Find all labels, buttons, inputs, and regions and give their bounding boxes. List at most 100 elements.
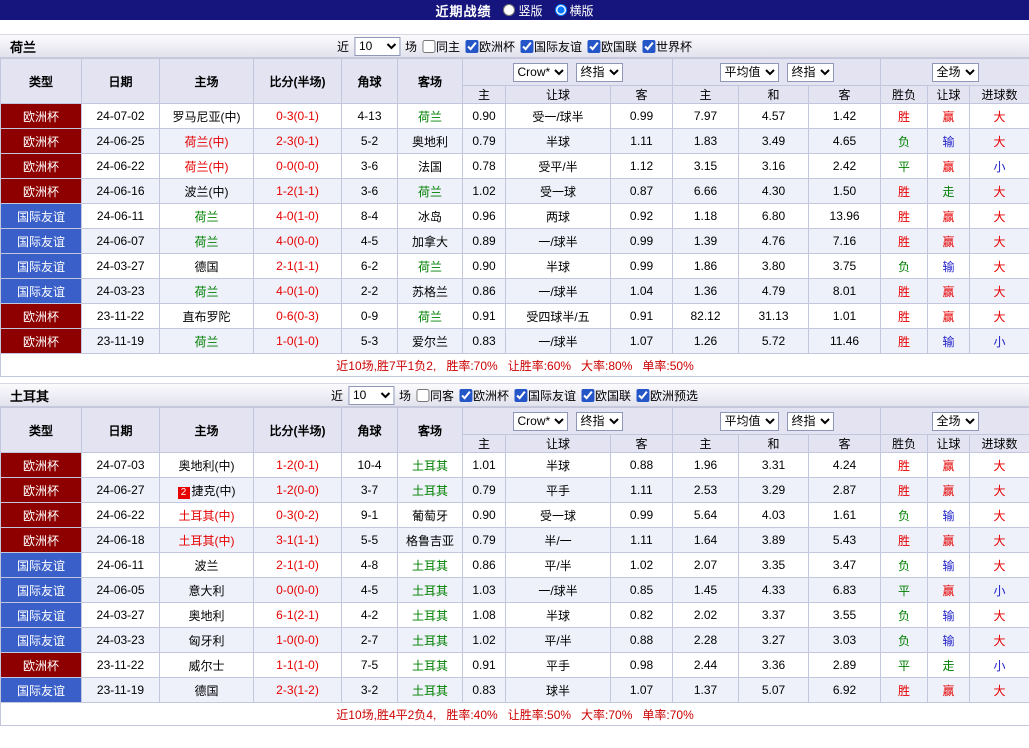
result-outcome: 负 [880,627,929,653]
result-handicap: 赢 [927,577,971,603]
competition-checkbox[interactable] [464,39,478,53]
score-cell: 4-0(1-0) [253,278,342,304]
result-outcome: 胜 [880,278,929,304]
away-team-name: 土耳其 [411,583,448,598]
bookmaker-select[interactable]: Crow* [512,62,568,82]
away-team-cell: 土耳其 [397,602,463,628]
away-team-cell: 土耳其 [397,452,463,478]
competition-filter-1[interactable]: 国际友谊 [514,387,576,404]
match-count-select[interactable]: 10 [353,36,400,56]
competition-filter-3[interactable]: 欧洲预选 [636,387,698,404]
handicap-away-odds: 0.99 [609,103,674,129]
summary-row: 近10场,胜7平1负2, 胜率:70% 让胜率:60% 大率:80% 单率:50% [0,353,1029,377]
competition-type-cell: 欧洲杯 [0,527,82,553]
result-outcome: 胜 [880,228,929,254]
competition-filter-1[interactable]: 国际友谊 [520,38,582,55]
view-option-vertical[interactable]: 竖版 [503,2,543,19]
date-cell: 23-11-22 [81,652,160,678]
col-header: 角球 [341,407,398,453]
score-cell: 4-0(0-0) [253,228,342,254]
competition-filter-0[interactable]: 欧洲杯 [458,387,509,404]
scope-select[interactable]: 全场 [931,411,979,431]
competition-checkbox[interactable] [581,388,595,402]
handicap-line: 半球 [505,602,611,628]
competition-filter-2[interactable]: 欧国联 [587,38,637,55]
corner-cell: 0-9 [341,303,398,329]
view-radio[interactable] [554,4,567,16]
competition-checkbox[interactable] [520,39,534,53]
sub-col-header: 客 [609,85,674,104]
handicap-line: 受一球 [505,178,611,204]
venue-checkbox[interactable] [421,39,435,53]
match-row: 国际友谊 24-06-07 荷兰 4-0(0-0) 4-5 加拿大 0.89 一/球半 0.99… [0,228,1029,254]
handicap-line: 一/球半 [505,278,611,304]
home-team-cell: 直布罗陀 [159,303,254,329]
home-team-name: 德国 [194,259,219,274]
handicap-away-odds: 0.98 [609,652,674,678]
result-handicap: 赢 [927,103,971,129]
summary-stat: 大率:80% [581,358,633,373]
corner-cell: 5-3 [341,328,398,354]
competition-type-cell: 欧洲杯 [0,128,82,154]
sub-col-header: 让球 [927,85,971,104]
match-count-select[interactable]: 10 [347,385,394,405]
result-goals: 大 [969,103,1029,129]
away-team-name: 土耳其 [411,558,448,573]
match-row: 国际友谊 24-06-05 意大利 0-0(0-0) 4-5 土耳其 1.03 一/球半 0.8… [0,577,1029,603]
avg-stage-select[interactable]: 终指 [786,411,834,431]
handicap-away-odds: 1.04 [609,278,674,304]
summary-prefix: 近10场,胜7平1负2, [336,358,437,373]
competition-checkbox[interactable] [458,388,472,402]
sub-col-header: 客 [808,434,882,453]
corner-cell: 7-5 [341,652,398,678]
view-radio[interactable] [503,4,516,16]
avg-odds-group-header: 平均值 终指 [672,407,882,435]
competition-checkbox[interactable] [636,388,650,402]
sub-col-header: 主 [462,434,506,453]
bookmaker-select[interactable]: Crow* [512,411,568,431]
handicap-home-odds: 0.89 [462,228,506,254]
venue-filter[interactable]: 同客 [415,387,454,404]
index-stage-select[interactable]: 终指 [575,62,623,82]
date-cell: 24-06-22 [81,502,160,528]
handicap-home-odds: 0.86 [462,278,506,304]
result-goals: 大 [969,303,1029,329]
competition-filter-3[interactable]: 世界杯 [642,38,692,55]
avg-draw-odds: 3.37 [738,602,810,628]
team-name: 荷兰 [10,39,37,55]
away-team-cell: 荷兰 [397,178,463,204]
score-cell: 1-2(0-0) [253,477,342,503]
date-cell: 24-07-03 [81,452,160,478]
view-option-horizontal[interactable]: 横版 [554,2,594,19]
competition-checkbox[interactable] [587,39,601,53]
index-stage-select[interactable]: 终指 [575,411,623,431]
summary-stat: 让胜率:60% [507,358,572,373]
competition-filter-0[interactable]: 欧洲杯 [464,38,515,55]
scope-select[interactable]: 全场 [931,62,979,82]
summary-stat: 单率:50% [642,358,694,373]
avg-stage-select[interactable]: 终指 [786,62,834,82]
competition-checkbox[interactable] [514,388,528,402]
corner-cell: 4-8 [341,552,398,578]
avg-home-odds: 1.64 [672,527,740,553]
competition-filter-2[interactable]: 欧国联 [581,387,631,404]
date-cell: 24-06-07 [81,228,160,254]
venue-checkbox[interactable] [415,388,429,402]
result-outcome: 负 [880,552,929,578]
venue-filter[interactable]: 同主 [421,38,460,55]
sub-col-header: 主 [672,434,740,453]
score-cell: 1-2(1-1) [253,178,342,204]
score-cell: 0-0(0-0) [253,577,342,603]
home-team-cell: 罗马尼亚(中) [159,103,254,129]
competition-type-cell: 欧洲杯 [0,303,82,329]
col-header: 类型 [0,58,82,104]
competition-label: 欧洲预选 [650,388,699,403]
average-select[interactable]: 平均值 [719,411,779,431]
competition-checkbox[interactable] [642,39,656,53]
avg-away-odds: 3.55 [808,602,882,628]
results-group-header: 全场 [880,407,1029,435]
average-select[interactable]: 平均值 [719,62,779,82]
result-goals: 小 [969,328,1029,354]
match-row: 欧洲杯 24-06-22 土耳其(中) 0-3(0-2) 9-1 葡萄牙 0.90 受一球 0.… [0,502,1029,528]
home-team-name: 威尔士 [188,658,225,673]
